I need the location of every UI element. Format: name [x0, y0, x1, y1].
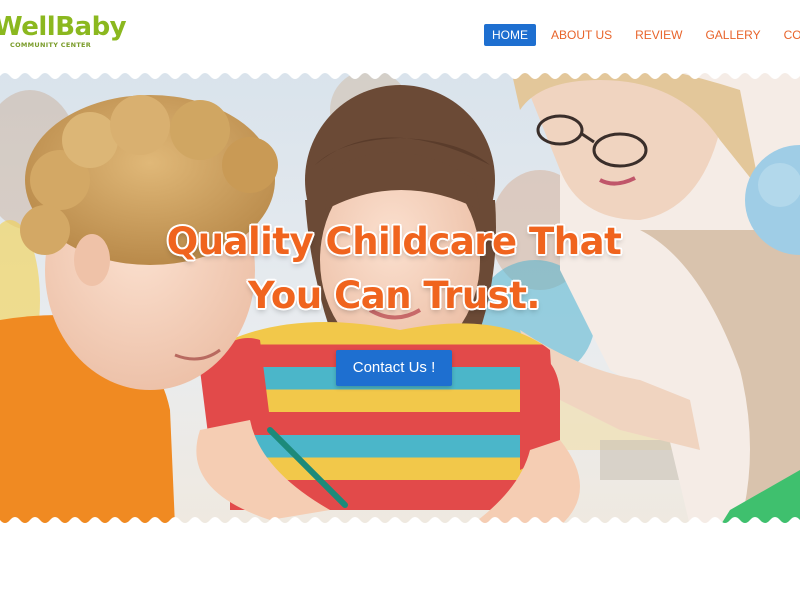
hero-headline-line-1: Quality Childcare That: [166, 220, 622, 263]
logo-tagline: COMMUNITY CENTER: [10, 41, 92, 49]
contact-us-button[interactable]: Contact Us !: [336, 350, 452, 386]
page: WellBaby COMMUNITY CENTER HOME ABOUT US …: [0, 0, 800, 600]
site-logo[interactable]: WellBaby COMMUNITY CENTER: [0, 12, 127, 56]
wave-divider-top: [0, 70, 800, 79]
logo-wordmark: WellBaby: [0, 12, 127, 42]
hero-headline-line-2: You Can Trust.: [248, 274, 540, 317]
nav-item-review[interactable]: REVIEW: [627, 24, 690, 46]
main-nav: HOME ABOUT US REVIEW GALLERY CONTA: [484, 24, 800, 46]
nav-item-about-us[interactable]: ABOUT US: [543, 24, 620, 46]
hero-banner: Quality Childcare That You Can Trust. Co…: [0, 70, 800, 526]
page-body-blank: [0, 526, 800, 600]
nav-item-contact[interactable]: CONTA: [776, 24, 800, 46]
nav-item-gallery[interactable]: GALLERY: [697, 24, 768, 46]
wave-divider-bottom: [0, 517, 800, 526]
site-header: WellBaby COMMUNITY CENTER HOME ABOUT US …: [0, 0, 800, 70]
nav-item-home[interactable]: HOME: [484, 24, 536, 46]
